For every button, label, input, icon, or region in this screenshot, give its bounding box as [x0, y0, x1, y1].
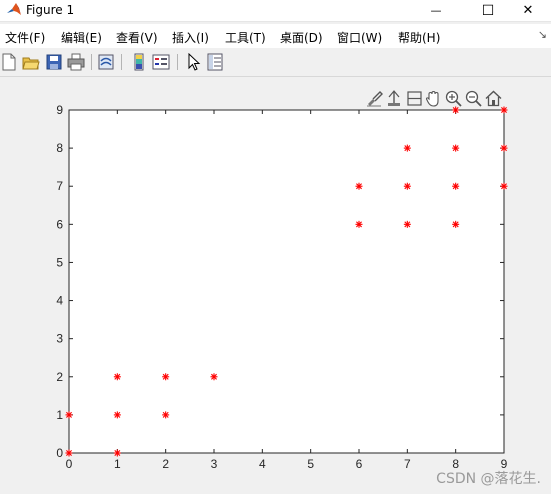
close-icon: ✕: [522, 3, 534, 18]
y-tick-label: 3: [56, 332, 63, 346]
menu-file[interactable]: 文件(F): [5, 29, 45, 46]
open-file-icon[interactable]: [22, 53, 40, 71]
menu-desktop[interactable]: 桌面(D): [280, 29, 323, 46]
y-tick-label: 2: [56, 370, 63, 384]
insert-colorbar-icon[interactable]: [130, 53, 148, 71]
x-tick-label: 2: [162, 457, 169, 471]
pan-icon[interactable]: [424, 89, 443, 108]
edit-plot-icon[interactable]: [185, 53, 203, 71]
x-tick-label: 4: [259, 457, 266, 471]
data-point: [500, 144, 508, 152]
menu-view[interactable]: 查看(V): [116, 29, 158, 46]
close-button[interactable]: ✕: [505, 0, 551, 21]
zoom-out-icon[interactable]: [464, 89, 483, 108]
maximize-icon: ☐: [481, 2, 495, 19]
menu-help[interactable]: 帮助(H): [398, 29, 440, 46]
x-tick-label: 1: [114, 457, 121, 471]
new-figure-icon[interactable]: [0, 53, 18, 71]
x-tick-label: 5: [307, 457, 314, 471]
data-point: [403, 220, 411, 228]
data-point: [210, 373, 218, 381]
data-point: [162, 373, 170, 381]
data-point: [403, 182, 411, 190]
data-point: [452, 182, 460, 190]
menu-tools[interactable]: 工具(T): [225, 29, 266, 46]
window-title: Figure 1: [26, 3, 75, 17]
zoom-in-icon[interactable]: [444, 89, 463, 108]
toolbar-separator: [91, 54, 92, 70]
y-tick-label: 8: [56, 141, 63, 155]
data-point: [452, 144, 460, 152]
menu-edit[interactable]: 编辑(E): [61, 29, 102, 46]
menu-window[interactable]: 窗口(W): [337, 29, 382, 46]
x-tick-label: 6: [356, 457, 363, 471]
x-tick-label: 0: [66, 457, 73, 471]
minimize-icon: —: [430, 4, 442, 17]
menu-insert[interactable]: 插入(I): [172, 29, 209, 46]
data-point: [500, 182, 508, 190]
y-tick-label: 4: [56, 294, 63, 308]
matlab-logo-icon: [7, 3, 21, 15]
data-point: [65, 449, 73, 457]
y-tick-label: 9: [56, 103, 63, 117]
menu-bar: 文件(F) 编辑(E) 查看(V) 插入(I) 工具(T) 桌面(D) 窗口(W…: [0, 24, 551, 48]
plot-area[interactable]: [68, 109, 505, 454]
data-point: [113, 449, 121, 457]
property-inspector-icon[interactable]: [206, 53, 224, 71]
data-tips-icon[interactable]: [385, 89, 404, 108]
y-tick-label: 0: [56, 446, 63, 460]
rotate-icon[interactable]: [405, 89, 424, 108]
print-icon[interactable]: [67, 53, 85, 71]
x-tick-label: 7: [404, 457, 411, 471]
x-tick-label: 3: [211, 457, 218, 471]
y-tick-label: 6: [56, 217, 63, 231]
data-point: [452, 220, 460, 228]
figure-canvas[interactable]: 0123456789 0123456789: [0, 77, 551, 494]
watermark: CSDN @落花生.: [436, 471, 541, 487]
data-point: [355, 182, 363, 190]
insert-legend-icon[interactable]: [152, 53, 170, 71]
data-point: [355, 220, 363, 228]
brush-icon[interactable]: [365, 89, 384, 108]
data-point: [162, 411, 170, 419]
y-tick-label: 1: [56, 408, 63, 422]
figure-toolbar: [0, 49, 551, 77]
menu-dock-arrow-icon[interactable]: ↘: [538, 28, 547, 41]
axes-toolbar: [365, 89, 505, 109]
minimize-button[interactable]: —: [413, 0, 459, 21]
toolbar-separator: [121, 54, 122, 70]
save-icon[interactable]: [45, 53, 63, 71]
link-plot-icon[interactable]: [97, 53, 115, 71]
data-point: [403, 144, 411, 152]
data-point: [113, 373, 121, 381]
restore-view-icon[interactable]: [484, 89, 503, 108]
toolbar-separator: [177, 54, 178, 70]
data-point: [65, 411, 73, 419]
y-tick-label: 7: [56, 179, 63, 193]
y-tick-label: 5: [56, 255, 63, 269]
title-bar: Figure 1 — ☐ ✕: [0, 0, 551, 22]
data-point: [113, 411, 121, 419]
